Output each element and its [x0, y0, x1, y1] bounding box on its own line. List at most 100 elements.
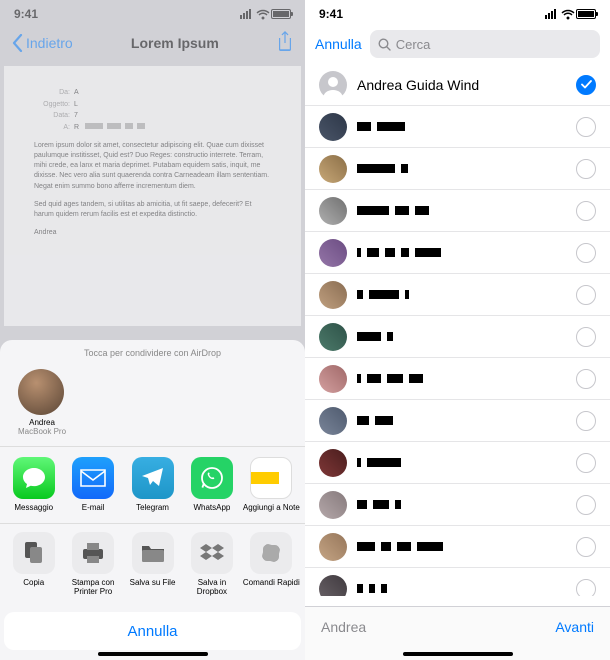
share-app-notes[interactable]: Aggiungi a Note	[242, 457, 301, 512]
messages-icon	[13, 457, 55, 499]
contact-row[interactable]	[305, 400, 610, 442]
radio-icon[interactable]	[576, 369, 596, 389]
avatar	[319, 575, 347, 597]
avatar	[319, 491, 347, 519]
airdrop-target[interactable]: Andrea MacBook Pro	[18, 369, 66, 436]
share-app-email[interactable]: E-mail	[63, 457, 122, 512]
shortcuts-icon	[250, 532, 292, 574]
radio-icon[interactable]	[576, 117, 596, 137]
search-input[interactable]: Cerca	[370, 30, 600, 58]
contact-name-redacted	[357, 206, 576, 215]
contact-row[interactable]	[305, 526, 610, 568]
contact-row[interactable]	[305, 442, 610, 484]
share-button[interactable]	[277, 31, 293, 56]
radio-icon[interactable]	[576, 159, 596, 179]
contact-row[interactable]	[305, 232, 610, 274]
avatar	[319, 281, 347, 309]
avatar	[319, 323, 347, 351]
share-app-whatsapp[interactable]: WhatsApp	[182, 457, 241, 512]
radio-icon[interactable]	[576, 453, 596, 473]
nav-bar: Indietro Lorem Ipsum	[0, 24, 305, 62]
signal-icon	[240, 9, 251, 19]
contact-name-redacted	[357, 458, 576, 467]
contact-row[interactable]	[305, 190, 610, 232]
whatsapp-icon	[191, 457, 233, 499]
airdrop-device: MacBook Pro	[18, 427, 66, 436]
avatar	[319, 197, 347, 225]
status-icons	[545, 9, 596, 20]
contact-row[interactable]	[305, 358, 610, 400]
email-body-p1: Lorem ipsum dolor sit amet, consectetur …	[34, 141, 271, 192]
contact-row[interactable]: Andrea Guida Wind	[305, 64, 610, 106]
radio-icon[interactable]	[576, 285, 596, 305]
contact-picker-screen: 9:41 Annulla Cerca Andrea Guida Wind	[305, 0, 610, 660]
cancel-button[interactable]: Annulla	[315, 36, 362, 52]
contact-name-redacted	[357, 332, 576, 341]
home-indicator	[98, 652, 208, 656]
signal-icon	[545, 9, 556, 19]
contact-name-redacted	[357, 374, 576, 383]
radio-icon[interactable]	[576, 327, 596, 347]
radio-icon[interactable]	[576, 243, 596, 263]
contact-name: Andrea Guida Wind	[357, 77, 576, 93]
contact-row[interactable]	[305, 274, 610, 316]
cancel-button[interactable]: Annulla	[4, 612, 301, 650]
contact-row[interactable]	[305, 568, 610, 596]
contact-name-redacted	[357, 248, 576, 257]
dropbox-icon	[191, 532, 233, 574]
avatar	[319, 365, 347, 393]
email-body-p2: Sed quid ages tandem, si utilitas ab ami…	[34, 200, 271, 220]
status-bar: 9:41	[0, 0, 305, 24]
home-indicator	[403, 652, 513, 656]
action-dropbox[interactable]: Salva in Dropbox	[182, 532, 241, 596]
share-app-messages[interactable]: Messaggio	[4, 457, 63, 512]
share-app-telegram[interactable]: Telegram	[123, 457, 182, 512]
avatar	[319, 407, 347, 435]
notes-icon	[250, 457, 292, 499]
search-icon	[378, 38, 391, 51]
action-save-file[interactable]: Salva su File	[123, 532, 182, 596]
radio-icon[interactable]	[576, 537, 596, 557]
radio-icon[interactable]	[576, 201, 596, 221]
contact-row[interactable]	[305, 106, 610, 148]
status-bar: 9:41	[305, 0, 610, 24]
action-shortcuts[interactable]: Comandi Rapidi	[242, 532, 301, 596]
radio-icon[interactable]	[576, 579, 596, 597]
radio-checked-icon[interactable]	[576, 75, 596, 95]
action-copy[interactable]: Copia	[4, 532, 63, 596]
wifi-icon	[256, 9, 270, 20]
action-print[interactable]: Stampa con Printer Pro	[63, 532, 122, 596]
folder-icon	[132, 532, 174, 574]
status-time: 9:41	[14, 7, 38, 21]
share-sheet: Tocca per condividere con AirDrop Andrea…	[0, 340, 305, 660]
wifi-icon	[561, 9, 575, 20]
radio-icon[interactable]	[576, 411, 596, 431]
avatar	[319, 113, 347, 141]
printer-icon	[72, 532, 114, 574]
status-time: 9:41	[319, 7, 343, 21]
contact-row[interactable]	[305, 316, 610, 358]
airdrop-hint: Tocca per condividere con AirDrop	[0, 348, 305, 358]
status-icons	[240, 9, 291, 20]
radio-icon[interactable]	[576, 495, 596, 515]
selected-summary: Andrea	[321, 619, 366, 635]
dimmed-background: 9:41 Indietro Lorem Ipsum Da:A Oggetto:L…	[0, 0, 305, 326]
contact-name-redacted	[357, 290, 576, 299]
battery-icon	[576, 9, 596, 19]
page-title: Lorem Ipsum	[131, 35, 219, 51]
next-button[interactable]: Avanti	[555, 619, 594, 635]
contact-name-redacted	[357, 416, 576, 425]
contact-name-redacted	[357, 500, 576, 509]
email-signature: Andrea	[34, 228, 271, 238]
avatar	[319, 155, 347, 183]
contact-name-redacted	[357, 542, 576, 551]
contact-row[interactable]	[305, 484, 610, 526]
contact-list[interactable]: Andrea Guida Wind	[305, 64, 610, 596]
avatar	[319, 449, 347, 477]
mail-icon	[72, 457, 114, 499]
contact-row[interactable]	[305, 148, 610, 190]
copy-icon	[13, 532, 55, 574]
telegram-icon	[132, 457, 174, 499]
back-button[interactable]: Indietro	[12, 34, 73, 52]
search-placeholder: Cerca	[396, 37, 431, 52]
